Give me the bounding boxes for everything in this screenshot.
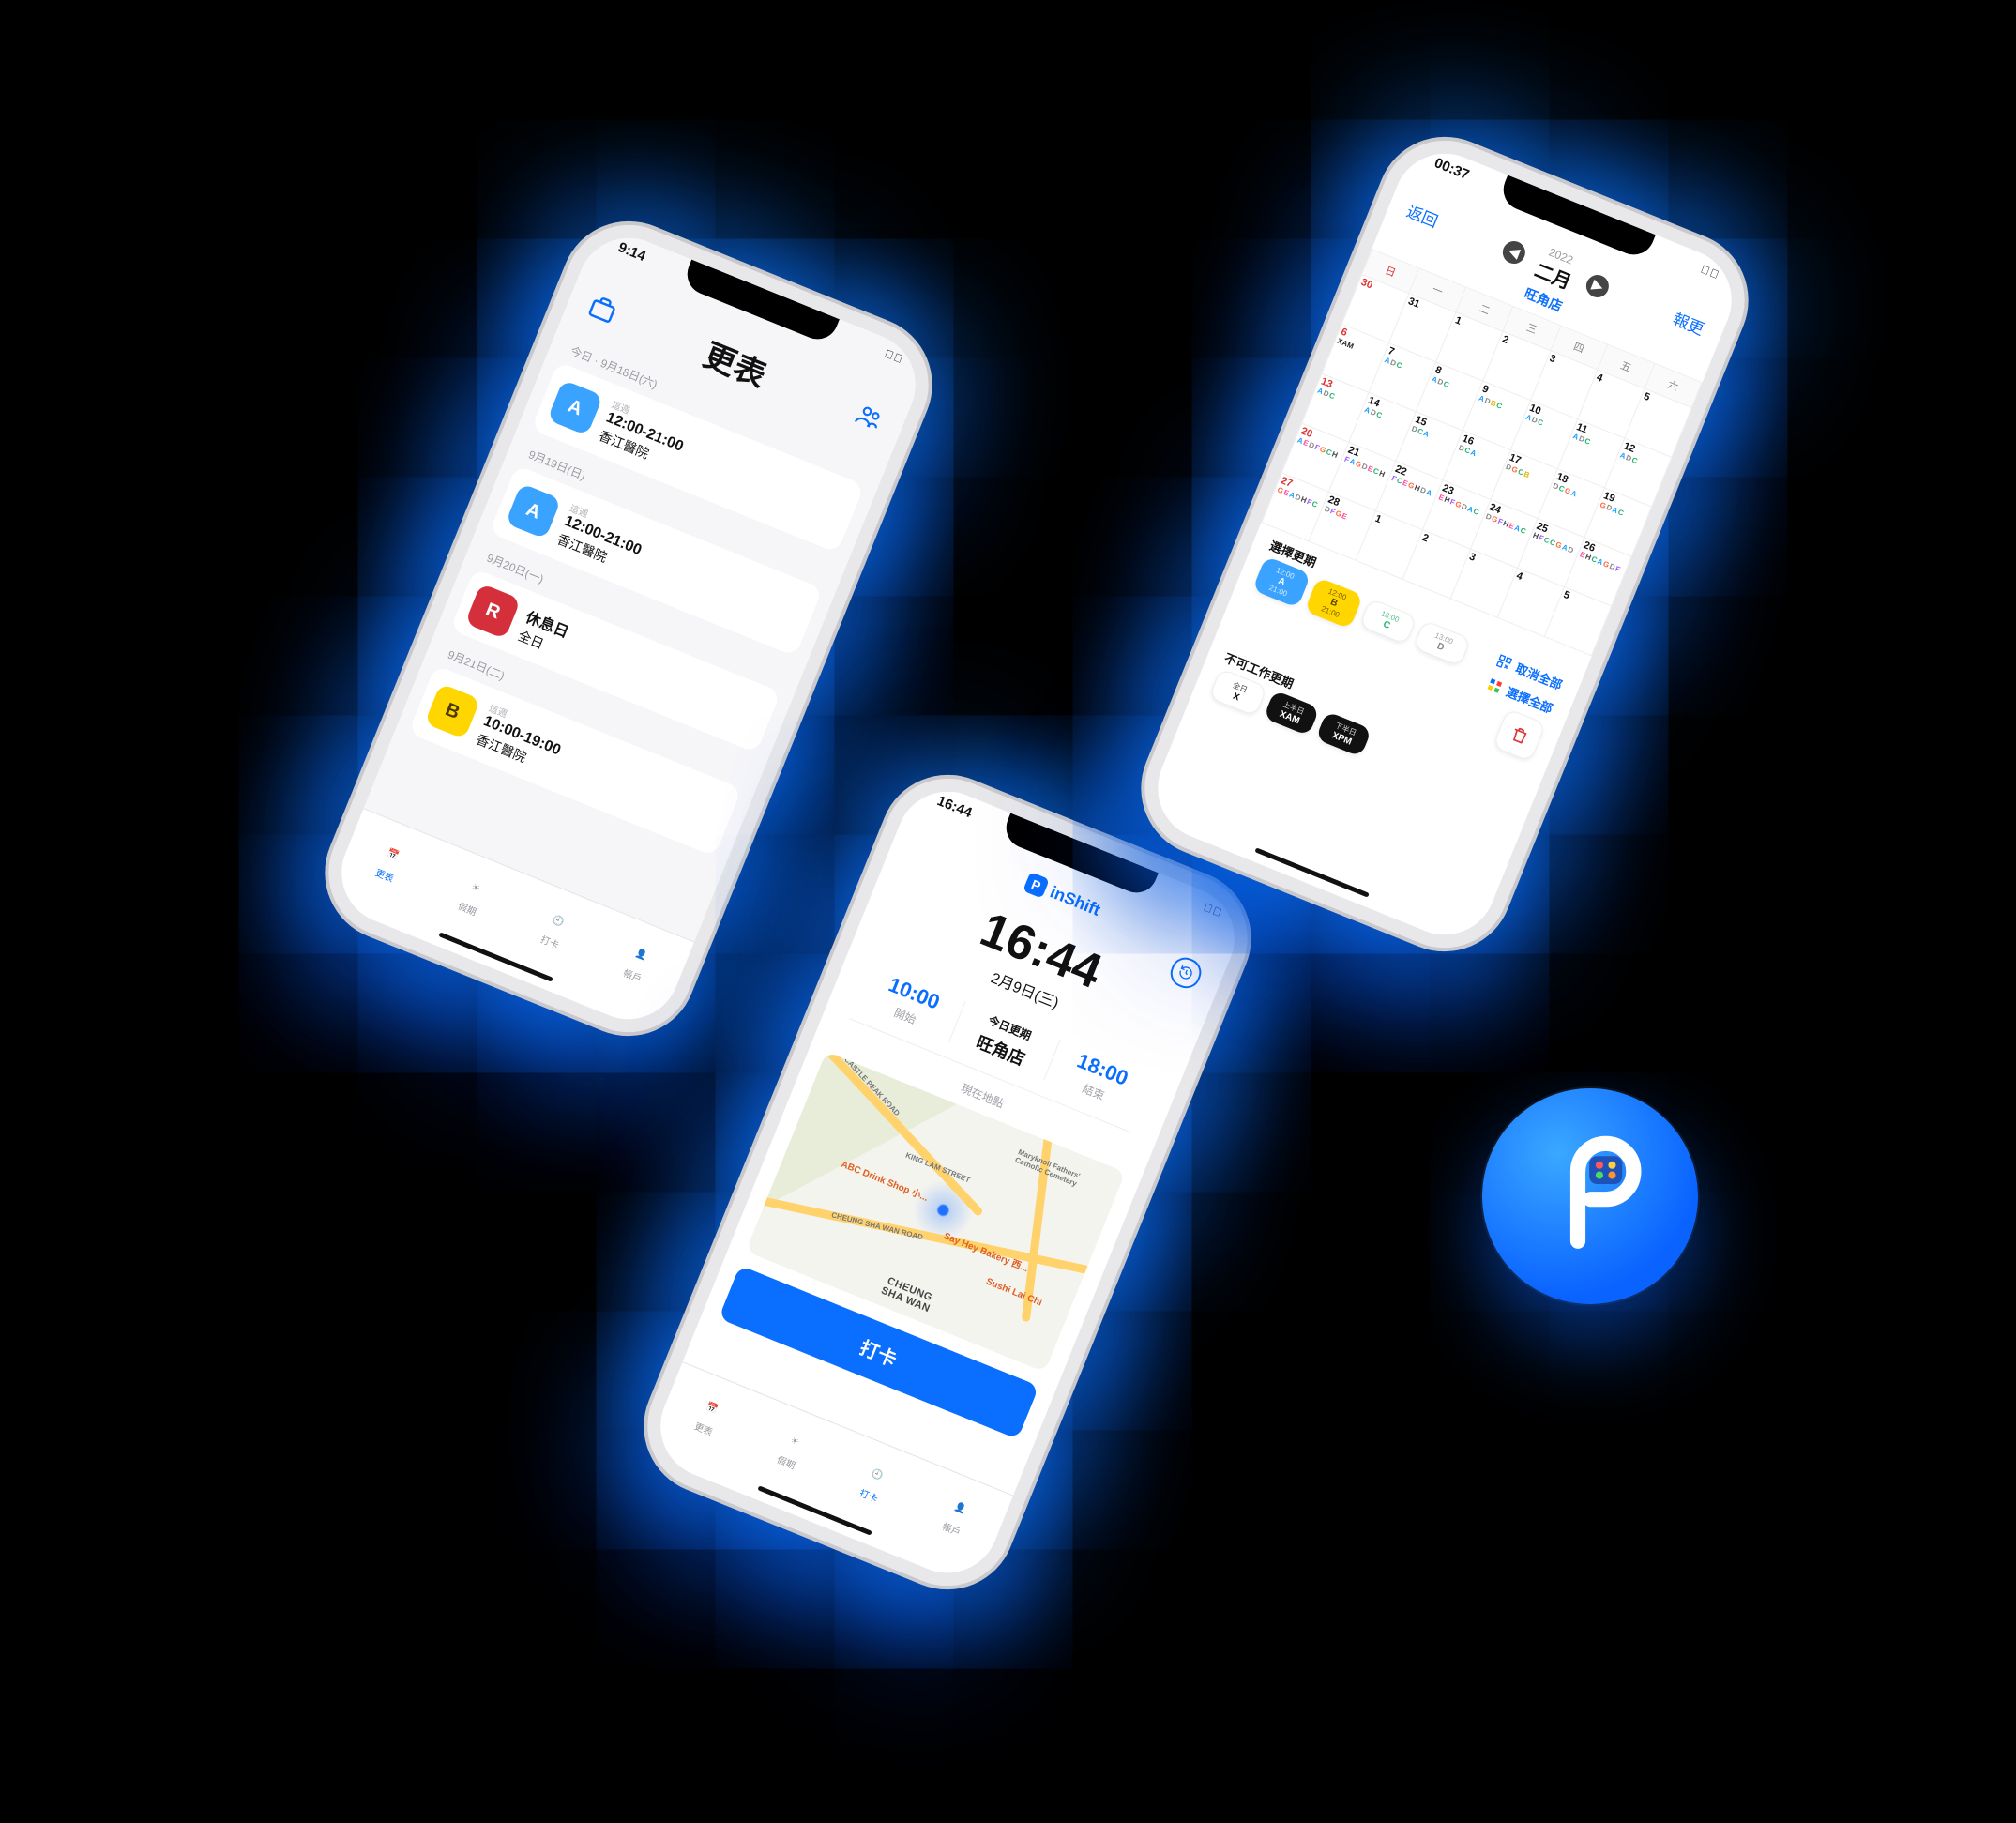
shift-badge: R bbox=[464, 584, 521, 640]
phone-schedule: 9:14 􀙇 􀛨 更表 今日 · 9月18日(六)A 這週 12:00-21:0… bbox=[326, 222, 932, 1035]
map-district: CHEUNG SHA WAN bbox=[880, 1274, 936, 1314]
user-icon: 👤 bbox=[945, 1495, 975, 1523]
app-icon bbox=[1482, 1088, 1698, 1304]
briefcase-icon bbox=[584, 291, 621, 327]
brand-logo-icon: P bbox=[1023, 872, 1050, 899]
app-logo-icon bbox=[1527, 1133, 1654, 1260]
grid-icon bbox=[1485, 676, 1505, 695]
grid-x-icon bbox=[1494, 652, 1514, 672]
shift-badge: B bbox=[424, 683, 480, 739]
history-icon bbox=[1176, 964, 1196, 983]
report-button[interactable]: 報更 bbox=[1670, 306, 1708, 340]
back-button[interactable]: 返回 bbox=[1403, 198, 1442, 232]
end-col: 18:00 結束 bbox=[1044, 1040, 1154, 1118]
shift-badge: A bbox=[547, 380, 603, 436]
next-month-button[interactable]: ▶ bbox=[1583, 271, 1612, 300]
map-road-label: CHEUNG SHA WAN ROAD bbox=[830, 1210, 923, 1241]
tab-bar: 📅 更表 ☀︎ 假期 🕘 打卡 👤 帳戶 bbox=[326, 808, 694, 1035]
calendar-icon: 📅 bbox=[697, 1394, 727, 1422]
clock-icon: 🕘 bbox=[862, 1461, 892, 1489]
map-poi-label: Maryknoll Fathers' Catholic Cemetery bbox=[1014, 1147, 1099, 1194]
calendar-icon: 📅 bbox=[378, 841, 408, 869]
phone-calendar: 00:37 􀙇 􀛨 返回 ◀ 2022 二月 ▶ 報更 旺角店 日一二三四五六3… bbox=[1143, 138, 1748, 950]
shift-badge: A bbox=[506, 483, 562, 539]
phone-clockin: 16:44 􀙇 􀛨 P inShift 16:44 2月9日(三) 10:00 … bbox=[645, 776, 1251, 1588]
user-icon: 👤 bbox=[626, 941, 656, 969]
start-col: 10:00 開始 bbox=[856, 964, 965, 1042]
trash-icon bbox=[1507, 723, 1531, 748]
prev-month-button[interactable]: ◀ bbox=[1499, 237, 1528, 266]
sun-icon: ☀︎ bbox=[461, 874, 491, 903]
shift-col: 今日更期 旺角店 bbox=[948, 1001, 1060, 1081]
map-street-label: KING LAM STREET bbox=[904, 1151, 971, 1185]
sun-icon: ☀︎ bbox=[780, 1428, 810, 1456]
team-icon[interactable] bbox=[851, 399, 887, 435]
clock-icon: 🕘 bbox=[543, 907, 573, 935]
